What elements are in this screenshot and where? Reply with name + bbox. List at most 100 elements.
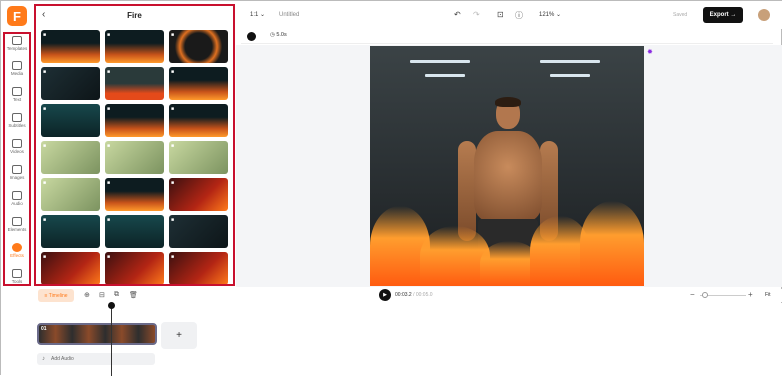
video-camera-icon: ■ [171, 180, 175, 186]
effect-thumbnail[interactable]: ■ [41, 30, 100, 63]
effect-thumbnail[interactable]: ■ [105, 215, 164, 248]
plus-icon: + [176, 330, 182, 341]
timeline-area: 01 + ♪ Add Audio [33, 302, 782, 376]
rail-item-text[interactable]: Text [1, 87, 33, 111]
rail-item-elements[interactable]: Elements [1, 217, 33, 241]
ceiling-light [425, 74, 465, 77]
panel-header: ‹ Fire [36, 6, 233, 26]
timeline-toggle-button[interactable]: ≡ Timeline [38, 289, 74, 302]
time-separator: / [413, 292, 415, 298]
left-rail: F Templates Media Text Subtitles Videos … [1, 1, 33, 376]
duplicate-icon[interactable]: ⧉ [114, 291, 119, 299]
zoom-dropdown[interactable]: 121% ⌄ [539, 11, 561, 18]
rail-item-subtitles[interactable]: Subtitles [1, 113, 33, 137]
timeline-zoom-knob[interactable] [702, 292, 708, 298]
screenshot-icon[interactable]: ⊡ [497, 10, 504, 19]
current-time: 00:03.2 [395, 292, 412, 298]
effect-thumbnail[interactable]: ■ [169, 178, 228, 211]
redo-icon[interactable]: ↷ [473, 10, 480, 19]
video-camera-icon: ■ [43, 217, 47, 223]
play-button[interactable]: ▶ [379, 289, 391, 301]
rail-item-effects[interactable]: Effects [1, 243, 33, 267]
figure-torso [474, 131, 542, 221]
effect-thumbnail[interactable]: ■ [169, 30, 228, 63]
project-name[interactable]: Untitled [279, 12, 299, 18]
magic-sparkle-icon[interactable]: ✸ [647, 48, 653, 56]
top-bar: 1:1 ⌄ Untitled ↶ ↷ ⊡ ⓘ 121% ⌄ Saved Expo… [236, 1, 782, 29]
video-camera-icon: ■ [43, 69, 47, 75]
video-camera-icon: ■ [171, 217, 175, 223]
rail-item-templates[interactable]: Templates [1, 36, 33, 60]
add-audio-button[interactable]: ♪ Add Audio [37, 353, 155, 365]
clock-icon: ◷ [270, 32, 275, 38]
video-camera-icon: ■ [107, 254, 111, 260]
effect-thumbnail[interactable]: ■ [169, 67, 228, 100]
elements-icon [12, 217, 22, 226]
fire-effect [580, 201, 644, 286]
background-color-swatch[interactable] [247, 32, 256, 41]
effect-thumbnail[interactable]: ■ [41, 67, 100, 100]
videos-icon [12, 139, 22, 148]
effect-thumbnail[interactable]: ■ [105, 104, 164, 137]
app-logo: F [7, 6, 27, 26]
effect-thumbnail[interactable]: ■ [41, 141, 100, 174]
effect-thumbnail[interactable]: ■ [105, 30, 164, 63]
video-camera-icon: ■ [107, 217, 111, 223]
add-track-icon[interactable]: ⊕ [84, 291, 90, 299]
effect-thumbnail[interactable]: ■ [105, 252, 164, 284]
playhead-handle[interactable] [108, 302, 115, 309]
video-clip[interactable]: 01 [37, 323, 157, 345]
figure-hair [495, 97, 521, 107]
duration-control[interactable]: ◷ 5.0s [270, 32, 287, 38]
effects-panel: ‹ Fire ■ ■ ■ ■ ■ ■ ■ ■ ■ ■ ■ ■ ■ ■ ■ ■ ■… [34, 4, 235, 286]
help-icon[interactable]: ⓘ [515, 10, 523, 21]
rail-label: Subtitles [8, 123, 26, 128]
video-camera-icon: ■ [107, 106, 111, 112]
rail-label: Text [12, 97, 22, 102]
avatar[interactable] [758, 9, 770, 21]
effect-thumbnail[interactable]: ■ [41, 104, 100, 137]
rail-item-audio[interactable]: Audio [1, 191, 33, 215]
effect-thumbnail[interactable]: ■ [41, 252, 100, 284]
effect-thumbnail[interactable]: ■ [105, 141, 164, 174]
zoom-out-icon[interactable]: − [690, 290, 695, 299]
panel-title: Fire [127, 11, 142, 20]
rail-item-images[interactable]: Images [1, 165, 33, 189]
audio-icon [12, 191, 22, 200]
effects-icon [12, 243, 22, 252]
time-display: 00:03.2 / 00:05.0 [395, 292, 433, 298]
fit-button[interactable]: Fit [765, 292, 771, 298]
rail-label: Effects [10, 253, 24, 258]
clip-number: 01 [41, 326, 47, 332]
video-preview[interactable] [370, 46, 644, 286]
split-icon[interactable]: ⊟ [99, 291, 105, 299]
ceiling-light [550, 74, 590, 77]
playhead[interactable] [111, 303, 112, 376]
effect-thumbnail[interactable]: ■ [105, 67, 164, 100]
video-camera-icon: ■ [43, 32, 47, 38]
duration-value: 5.0s [276, 32, 287, 38]
add-clip-button[interactable]: + [161, 322, 197, 349]
effect-thumbnail[interactable]: ■ [169, 141, 228, 174]
play-icon: ▶ [383, 292, 387, 298]
undo-icon[interactable]: ↶ [454, 10, 461, 19]
export-button[interactable]: Export → [703, 7, 743, 23]
effect-thumbnail[interactable]: ■ [105, 178, 164, 211]
trash-icon[interactable]: 🗑 [129, 291, 138, 299]
rail-item-tools[interactable]: Tools [1, 269, 33, 293]
export-label: Export [709, 12, 729, 18]
rail-item-media[interactable]: Media [1, 61, 33, 85]
images-icon [12, 165, 22, 174]
video-camera-icon: ■ [43, 106, 47, 112]
effect-thumbnail[interactable]: ■ [169, 252, 228, 284]
rail-label: Audio [11, 201, 23, 206]
effect-thumbnail[interactable]: ■ [169, 104, 228, 137]
zoom-in-icon[interactable]: + [748, 290, 753, 299]
timeline-icon: ≡ [44, 292, 48, 299]
effect-thumbnail[interactable]: ■ [41, 178, 100, 211]
aspect-ratio-dropdown[interactable]: 1:1 ⌄ [250, 11, 265, 18]
effect-thumbnail[interactable]: ■ [169, 215, 228, 248]
effect-thumbnail[interactable]: ■ [41, 215, 100, 248]
rail-item-videos[interactable]: Videos [1, 139, 33, 163]
subtitles-icon [12, 113, 22, 122]
